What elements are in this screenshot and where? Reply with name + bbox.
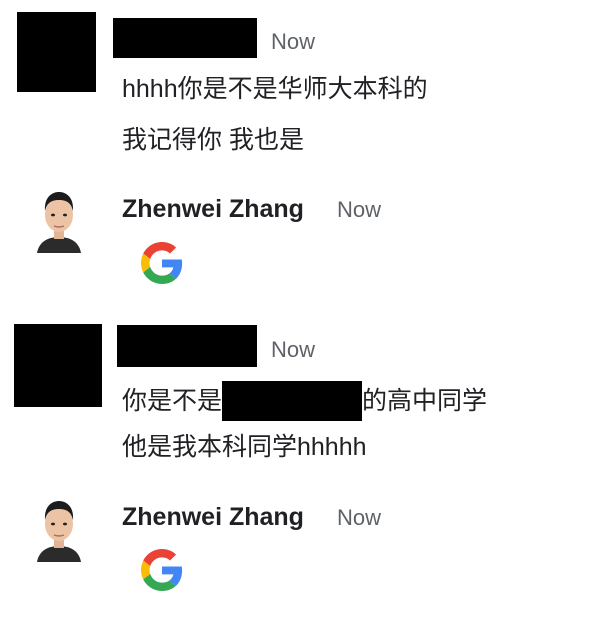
message-timestamp: Now [271,29,316,54]
google-g-icon[interactable] [141,242,183,284]
sender-name-redacted [113,18,257,58]
avatar-redacted [14,324,102,407]
message-timestamp: Now [337,197,382,222]
avatar-redacted [17,12,96,92]
message-text: hhhh你是不是华师大本科的 [122,75,428,103]
avatar[interactable] [31,494,87,562]
sender-name[interactable]: Zhenwei Zhang [122,505,304,530]
message-text: 他是我本科同学hhhhh [122,433,367,461]
inline-redaction [222,381,363,421]
message-text: 你是不是 的高中同学 [122,381,487,421]
message-timestamp: Now [271,337,316,362]
avatar[interactable] [31,185,87,253]
message-timestamp: Now [337,505,382,530]
message-text: 我记得你 我也是 [122,126,304,154]
sender-name[interactable]: Zhenwei Zhang [122,197,304,222]
message-text-segment: 你是不是 [122,387,223,415]
google-g-icon[interactable] [141,549,183,591]
sender-name-redacted [117,325,257,367]
message-text-segment: 的高中同学 [362,387,488,415]
